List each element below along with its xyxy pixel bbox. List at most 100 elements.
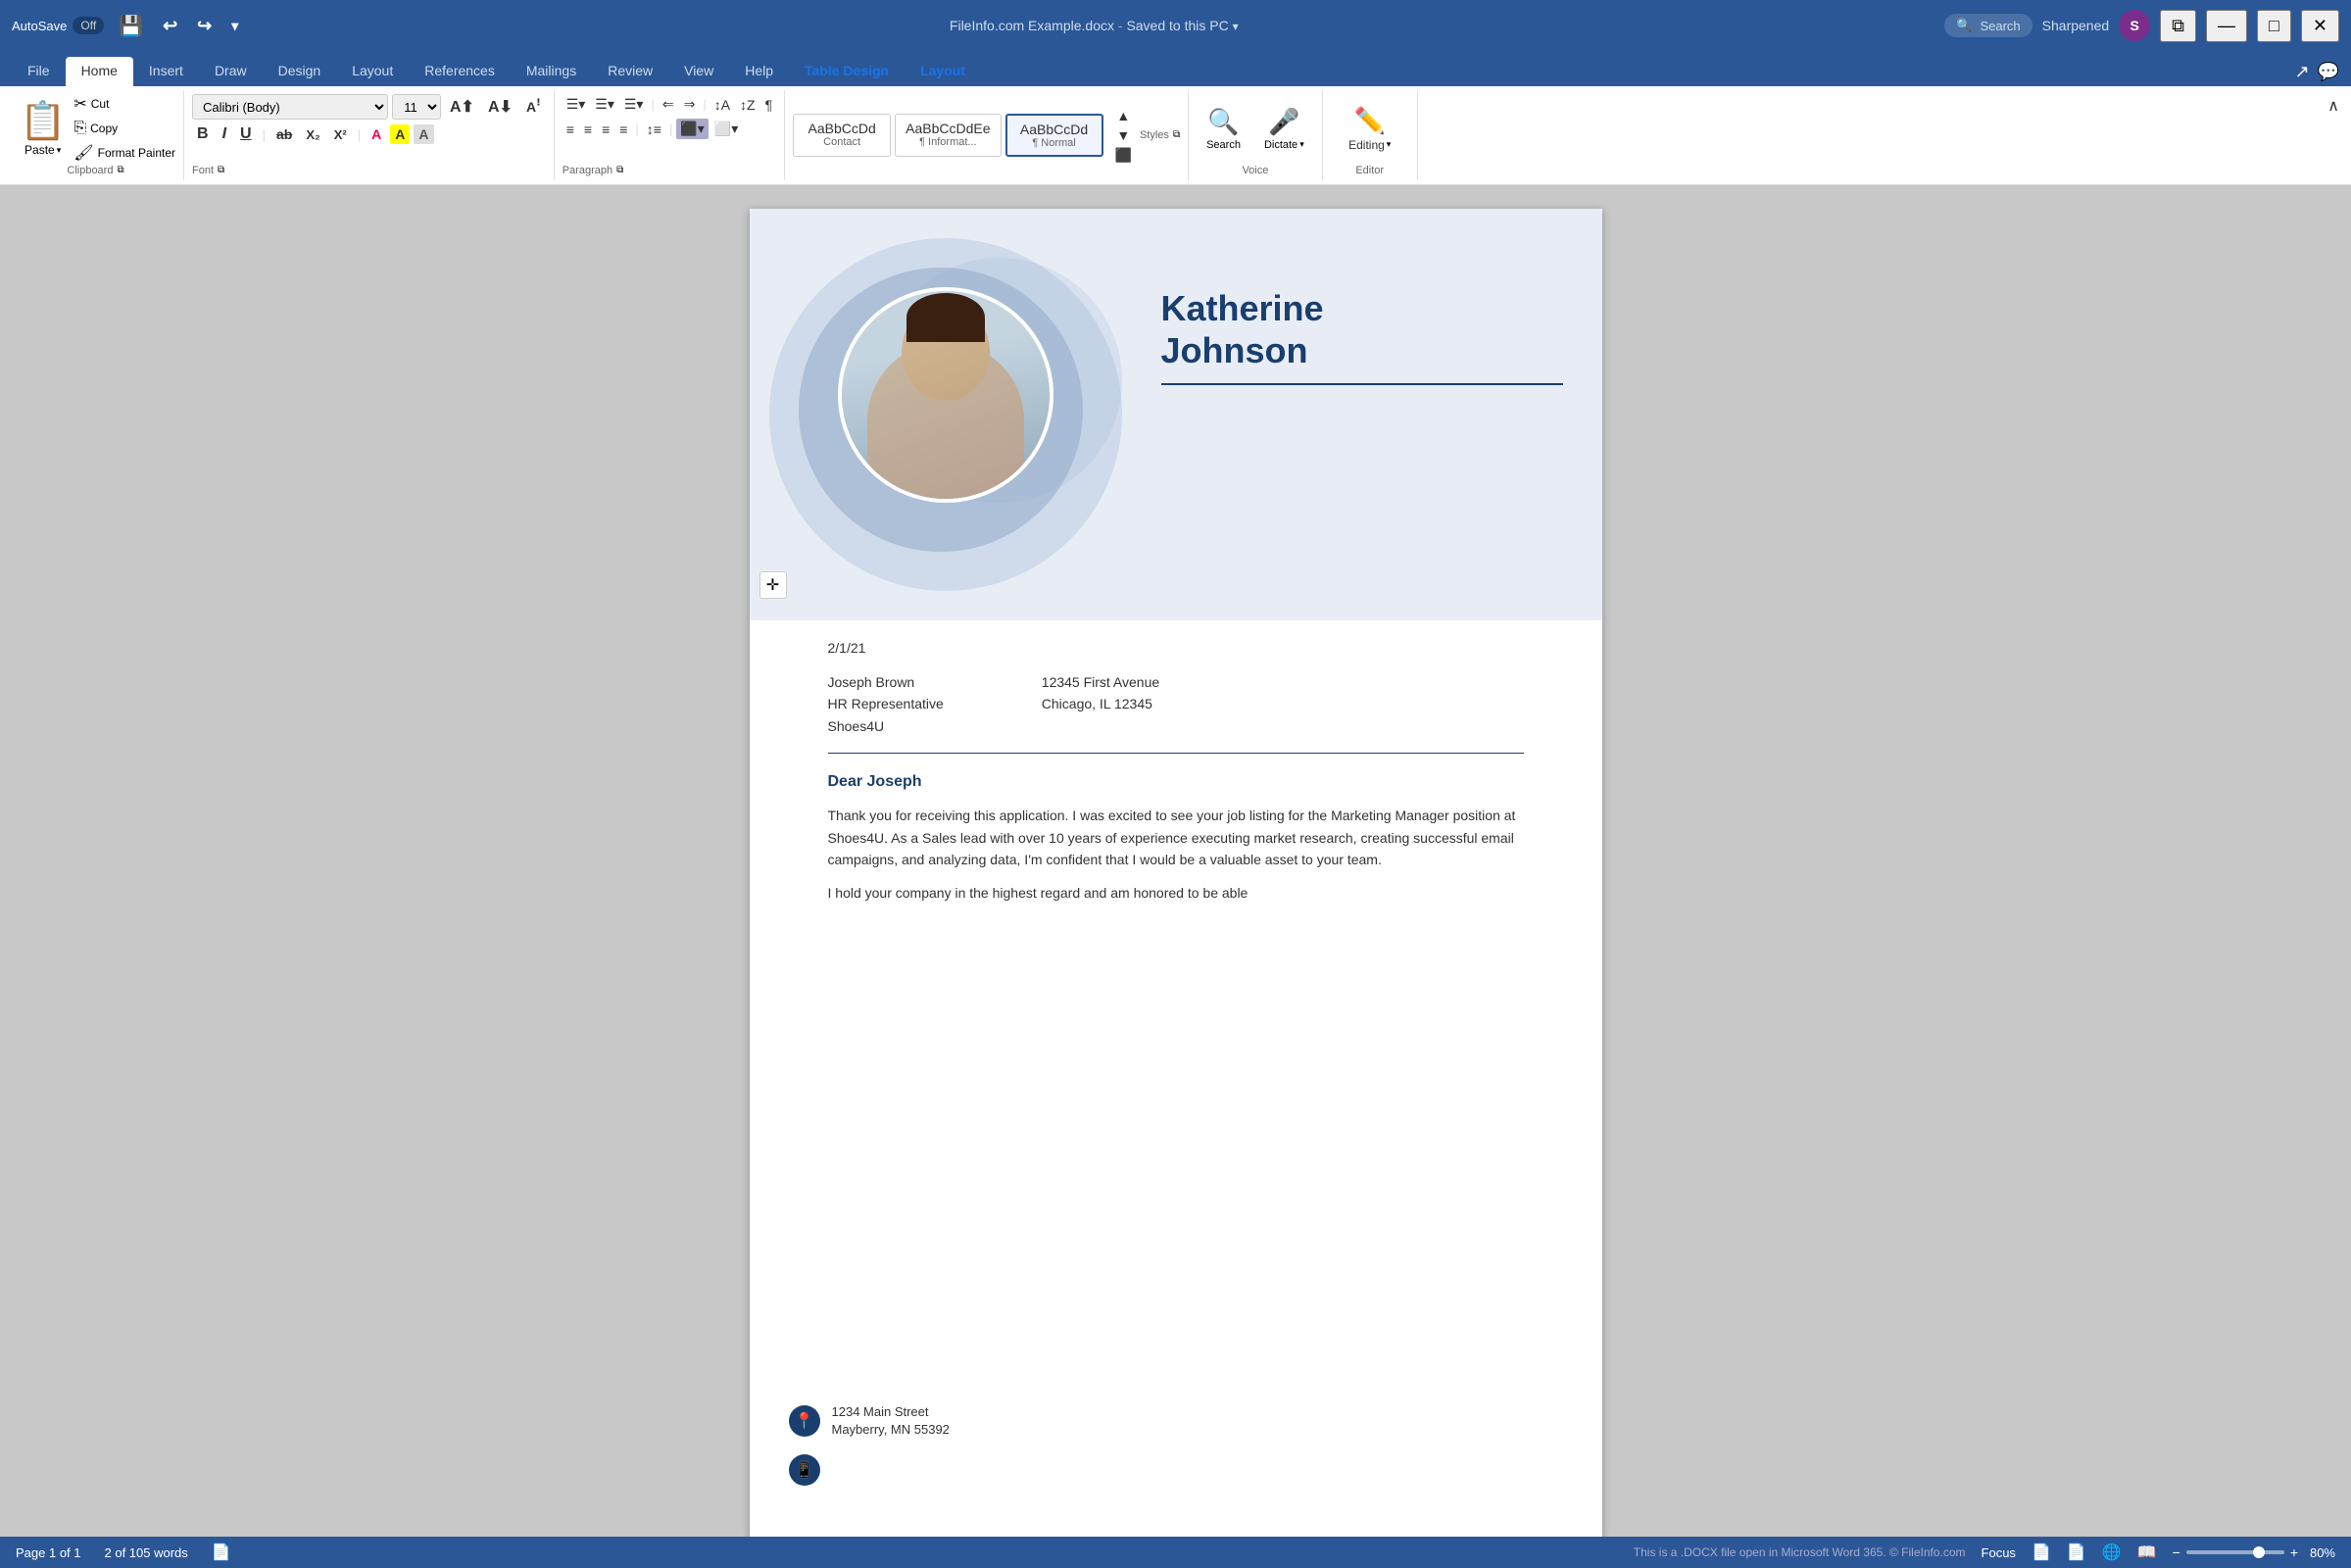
underline-button[interactable]: U — [235, 123, 257, 145]
font-color-button[interactable]: A — [367, 124, 386, 144]
clipboard-expand[interactable]: ⧉ — [117, 165, 123, 175]
copy-icon: ⎘ — [73, 120, 86, 137]
font-expand[interactable]: ⧉ — [218, 165, 224, 175]
web-layout-icon[interactable]: 🌐 — [2102, 1543, 2122, 1562]
shading-para-button[interactable]: ⬛▾ — [676, 119, 708, 139]
quick-access-dropdown[interactable]: ▾ — [226, 16, 243, 36]
tab-review[interactable]: Review — [592, 57, 668, 86]
immersive-reader-icon[interactable]: 📖 — [2137, 1543, 2157, 1562]
close-button[interactable]: ✕ — [2301, 10, 2339, 42]
shading-button[interactable]: A — [414, 124, 433, 144]
letter-date: 2/1/21 — [828, 640, 1524, 656]
format-painter-button[interactable]: 🖌 Format Painter — [73, 143, 175, 163]
tab-view[interactable]: View — [668, 57, 729, 86]
cut-button[interactable]: ✂ Cut — [73, 94, 175, 114]
sort-button[interactable]: ↕Z — [736, 95, 759, 115]
redo-button[interactable]: ↪ — [192, 14, 217, 38]
show-marks-button[interactable]: ¶ — [761, 95, 777, 115]
zoom-in-icon[interactable]: + — [2290, 1544, 2298, 1560]
print-layout-icon[interactable]: 📄 — [2067, 1543, 2086, 1562]
paragraph-group: ☰▾ ☰▾ ☰▾ | ⇐ ⇒ | ↕A ↕Z ¶ ≡ ≡ ≡ ≡ | ↕≡ | … — [555, 90, 785, 180]
document-scroll-area[interactable]: ✛ Katherine Johnson 2/1/21 — [0, 185, 2351, 1568]
zoom-slider[interactable] — [2186, 1550, 2284, 1554]
bullets-button[interactable]: ☰▾ — [563, 94, 590, 115]
font-selector[interactable]: Calibri (Body) — [192, 94, 388, 120]
italic-button[interactable]: I — [218, 123, 231, 145]
style-normal[interactable]: AaBbCcDd ¶ Normal — [1005, 114, 1103, 157]
styles-expand-btn[interactable]: ⧉ — [1173, 129, 1180, 140]
copy-button[interactable]: ⎘ Copy — [73, 120, 175, 137]
zoom-bar[interactable]: − + 80% — [2173, 1544, 2335, 1560]
collapse-ribbon-button[interactable]: ∧ — [2324, 94, 2343, 118]
bold-button[interactable]: B — [192, 123, 214, 145]
borders-button[interactable]: ⬜▾ — [710, 119, 742, 139]
search-voice-button[interactable]: 🔍 Search — [1197, 103, 1250, 155]
decrease-indent-button[interactable]: ⇐ — [659, 94, 678, 115]
align-right-button[interactable]: ≡ — [598, 120, 613, 139]
text-direction-button[interactable]: ↕A — [710, 95, 734, 115]
search-voice-label: Search — [1206, 139, 1241, 151]
editor-group: ✏️ Editing ▾ Editor — [1323, 90, 1418, 180]
dictate-button[interactable]: 🎤 Dictate ▾ — [1254, 103, 1314, 155]
style-information[interactable]: AaBbCcDdEe ¶ Informat... — [895, 114, 1001, 157]
increase-indent-button[interactable]: ⇒ — [680, 94, 700, 115]
tab-file[interactable]: File — [12, 57, 66, 86]
undo-button[interactable]: ↩ — [158, 14, 182, 38]
page-label: Page 1 of 1 — [16, 1545, 81, 1560]
align-left-button[interactable]: ≡ — [563, 120, 578, 139]
autosave-toggle[interactable]: Off — [73, 17, 104, 34]
zoom-out-icon[interactable]: − — [2173, 1544, 2180, 1560]
paste-dropdown[interactable]: ▾ — [57, 145, 62, 156]
tab-insert[interactable]: Insert — [133, 57, 199, 86]
share-icon[interactable]: ↗ — [2294, 62, 2309, 82]
editing-dropdown[interactable]: ▾ — [1387, 139, 1392, 150]
save-button[interactable]: 💾 — [114, 12, 148, 40]
font-size-selector[interactable]: 11 — [392, 94, 441, 120]
tab-design[interactable]: Design — [263, 57, 337, 86]
increase-font-size[interactable]: A⬆ — [445, 95, 479, 119]
tab-table-layout[interactable]: Layout — [905, 57, 981, 86]
recipient-right: 12345 First Avenue Chicago, IL 12345 — [1042, 671, 1159, 737]
align-center-button[interactable]: ≡ — [580, 120, 596, 139]
address-item-location: 📍 1234 Main Street Mayberry, MN 55392 — [789, 1403, 950, 1439]
justify-button[interactable]: ≡ — [615, 120, 631, 139]
strikethrough-button[interactable]: ab — [271, 124, 297, 144]
phone-icon: 📱 — [789, 1454, 820, 1486]
dictate-dropdown[interactable]: ▾ — [1299, 139, 1304, 150]
subscript-button[interactable]: X₂ — [301, 125, 324, 144]
editing-button[interactable]: ✏️ Editing ▾ — [1331, 102, 1409, 156]
styles-expand[interactable]: ⬛ — [1111, 145, 1136, 166]
read-mode-icon[interactable]: 📄 — [2032, 1543, 2051, 1562]
restore-button[interactable]: ⧉ — [2160, 10, 2196, 42]
highlight-button[interactable]: A — [390, 124, 410, 144]
comment-icon[interactable]: 💬 — [2318, 62, 2339, 82]
tab-mailings[interactable]: Mailings — [511, 57, 592, 86]
tab-references[interactable]: References — [409, 57, 511, 86]
focus-label[interactable]: Focus — [1982, 1545, 2016, 1560]
minimize-button[interactable]: — — [2206, 10, 2247, 42]
document-page: ✛ Katherine Johnson 2/1/21 — [750, 209, 1602, 1544]
superscript-button[interactable]: X² — [329, 125, 352, 144]
paragraph-expand[interactable]: ⧉ — [616, 165, 623, 175]
numbering-button[interactable]: ☰▾ — [591, 94, 618, 115]
autosave-area: AutoSave Off — [12, 17, 104, 34]
tab-help[interactable]: Help — [729, 57, 789, 86]
styles-scroll-up[interactable]: ▲ — [1111, 106, 1136, 125]
styles-scroll-down[interactable]: ▼ — [1111, 125, 1136, 145]
tab-draw[interactable]: Draw — [199, 57, 263, 86]
user-avatar[interactable]: S — [2119, 10, 2150, 41]
tab-layout[interactable]: Layout — [336, 57, 409, 86]
decrease-font-size[interactable]: A⬇ — [483, 95, 517, 119]
paste-button[interactable]: 📋 Paste ▾ — [16, 96, 70, 161]
style-contact[interactable]: AaBbCcDd Contact — [793, 114, 891, 157]
tab-table-design[interactable]: Table Design — [789, 57, 905, 86]
move-handle[interactable]: ✛ — [759, 571, 787, 599]
proofing-icon[interactable]: 📄 — [212, 1543, 231, 1562]
tab-home[interactable]: Home — [66, 57, 133, 86]
multilevel-button[interactable]: ☰▾ — [620, 94, 648, 115]
clear-formatting[interactable]: Aꜝ — [521, 97, 546, 117]
line-spacing-button[interactable]: ↕≡ — [643, 120, 665, 139]
document-body: 2/1/21 Joseph Brown HR Representative Sh… — [750, 620, 1602, 956]
search-box[interactable]: 🔍 Search — [1944, 14, 2032, 37]
maximize-button[interactable]: □ — [2257, 10, 2291, 42]
